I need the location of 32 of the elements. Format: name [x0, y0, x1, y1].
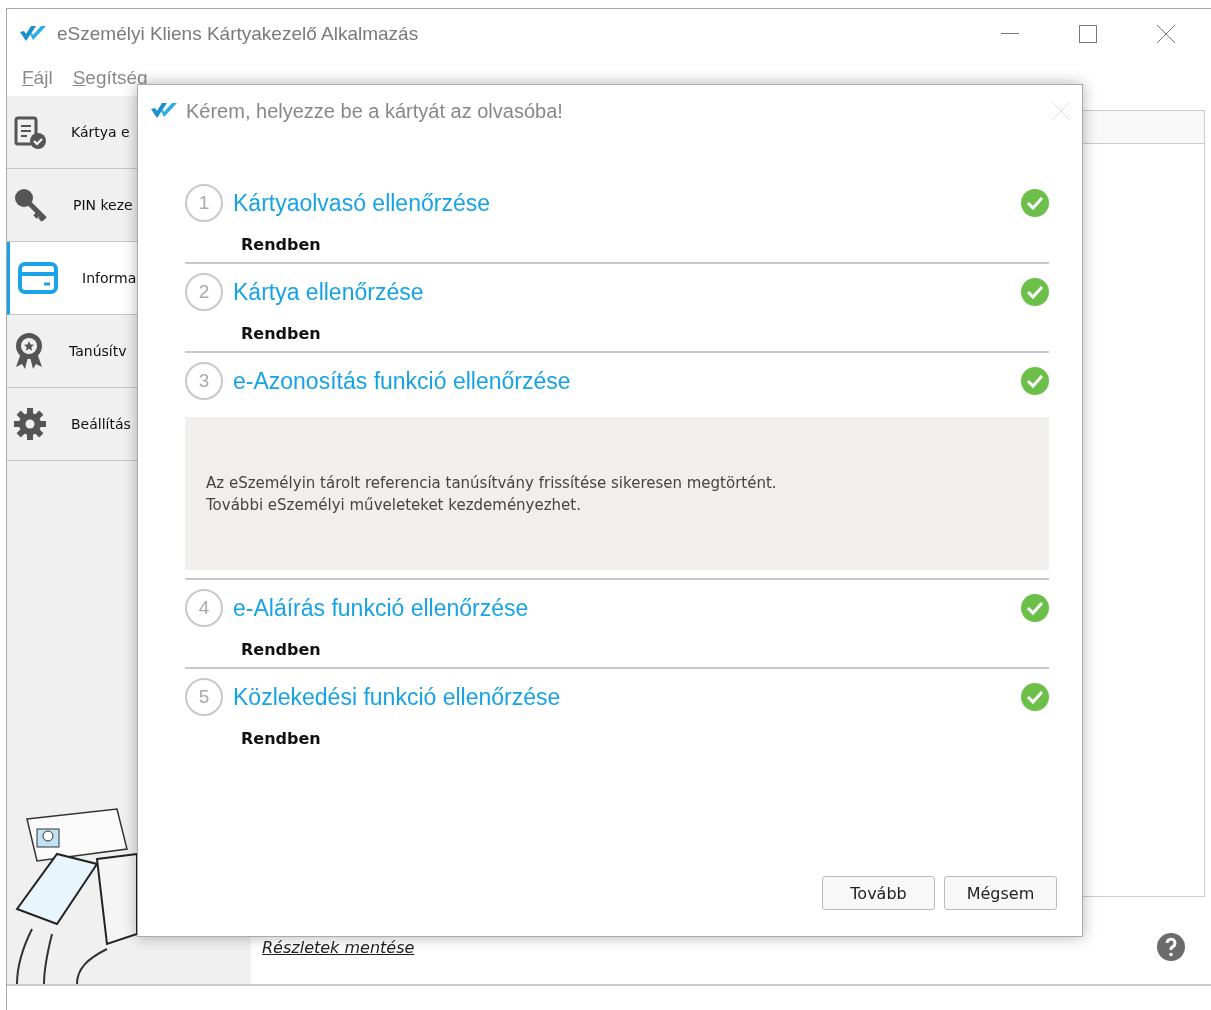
close-icon[interactable]	[1157, 25, 1175, 43]
window-title: eSzemélyi Kliens Kártyakezelő Alkalmazás	[57, 23, 420, 45]
sidebar-label: Informa	[82, 270, 137, 286]
dialog-button[interactable]: Mégsem	[944, 876, 1057, 910]
save-details-link[interactable]: Részletek mentése	[262, 937, 415, 957]
message-text: További eSzemélyi műveleteket kezdeményezhet.	[206, 494, 582, 516]
step-title: e-Aláírás funkció ellenőrzése	[233, 594, 530, 622]
step-title: Közlekedési funkció ellenőrzése	[233, 683, 562, 711]
step-number: 4	[185, 589, 223, 627]
help-icon[interactable]	[1157, 933, 1185, 961]
step-number: 3	[185, 362, 223, 400]
logo-icon	[150, 102, 178, 120]
sidebar-label: Beállítás	[71, 416, 131, 432]
key-icon	[13, 187, 49, 223]
card-icon	[18, 262, 58, 294]
message-text: Az eSzemélyin tárolt referencia tanúsítvány frissítése sikeresen megtörtént.	[206, 472, 778, 494]
step-number: 5	[185, 678, 223, 716]
menu-item[interactable]: Segítség	[72, 66, 148, 89]
award-icon	[13, 331, 45, 371]
dialog-button[interactable]: Tovább	[822, 876, 935, 910]
step-number: 2	[185, 273, 223, 311]
step-status: Rendben	[241, 729, 322, 748]
minimize-icon[interactable]	[1001, 33, 1019, 35]
gear-icon	[13, 407, 47, 441]
clipboard-check-icon	[13, 114, 47, 150]
logo-icon	[19, 25, 47, 43]
sidebar-label: PIN keze	[73, 197, 133, 213]
step-number: 1	[185, 184, 223, 222]
sidebar-label: Kártya e	[71, 124, 130, 140]
sidebar-label: Tanúsítv	[69, 343, 127, 359]
step-status: Rendben	[241, 640, 322, 659]
maximize-icon[interactable]	[1079, 25, 1097, 43]
